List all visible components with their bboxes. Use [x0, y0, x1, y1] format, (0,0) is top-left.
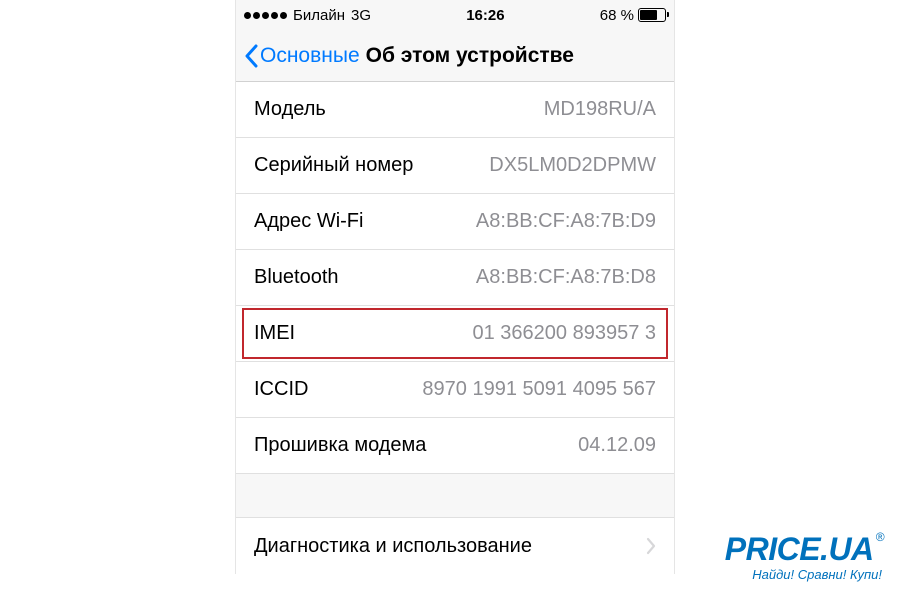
signal-strength-icon [244, 12, 287, 19]
row-serial: Серийный номер DX5LM0D2DPMW [236, 138, 674, 194]
row-model: Модель MD198RU/A [236, 82, 674, 138]
section-gap [236, 474, 674, 518]
row-label: IMEI [254, 322, 295, 345]
row-label: Прошивка модема [254, 434, 426, 457]
watermark: PRICE.UA® Найди! Сравни! Купи! [725, 533, 882, 582]
chevron-left-icon [244, 44, 258, 68]
watermark-logo: PRICE.UA® [725, 533, 882, 565]
page-title: Об этом устройстве [366, 44, 574, 68]
row-label: Серийный номер [254, 154, 413, 177]
row-label: Модель [254, 98, 326, 121]
phone-screen: Билайн 3G 16:26 68 % Основные Об этом ус… [235, 0, 675, 574]
status-right: 68 % [600, 7, 666, 24]
row-imei: IMEI 01 366200 893957 3 [236, 306, 674, 362]
back-label: Основные [260, 44, 360, 68]
carrier-label: Билайн [293, 7, 345, 24]
row-value: DX5LM0D2DPMW [489, 154, 656, 177]
row-value: 01 366200 893957 3 [472, 322, 656, 345]
row-diagnostics[interactable]: Диагностика и использование [236, 518, 674, 574]
status-left: Билайн 3G [244, 7, 371, 24]
row-wifi: Адрес Wi-Fi A8:BB:CF:A8:7B:D9 [236, 194, 674, 250]
battery-percent: 68 % [600, 7, 634, 24]
row-label: Адрес Wi-Fi [254, 210, 363, 233]
row-value: MD198RU/A [544, 98, 656, 121]
watermark-tagline: Найди! Сравни! Купи! [725, 567, 882, 582]
row-value: 04.12.09 [578, 434, 656, 457]
row-value: A8:BB:CF:A8:7B:D9 [476, 210, 656, 233]
status-bar: Билайн 3G 16:26 68 % [236, 0, 674, 30]
nav-bar: Основные Об этом устройстве [236, 30, 674, 82]
row-label: ICCID [254, 378, 308, 401]
row-bluetooth: Bluetooth A8:BB:CF:A8:7B:D8 [236, 250, 674, 306]
row-modem-firmware: Прошивка модема 04.12.09 [236, 418, 674, 474]
network-label: 3G [351, 7, 371, 24]
clock: 16:26 [466, 7, 504, 24]
battery-icon [638, 8, 666, 22]
row-label: Bluetooth [254, 266, 339, 289]
row-iccid: ICCID 8970 1991 5091 4095 567 [236, 362, 674, 418]
row-label: Диагностика и использование [254, 535, 532, 558]
settings-list: Модель MD198RU/A Серийный номер DX5LM0D2… [236, 82, 674, 474]
row-value: 8970 1991 5091 4095 567 [422, 378, 656, 401]
back-button[interactable]: Основные [244, 44, 360, 68]
chevron-right-icon [646, 537, 656, 555]
row-value: A8:BB:CF:A8:7B:D8 [476, 266, 656, 289]
